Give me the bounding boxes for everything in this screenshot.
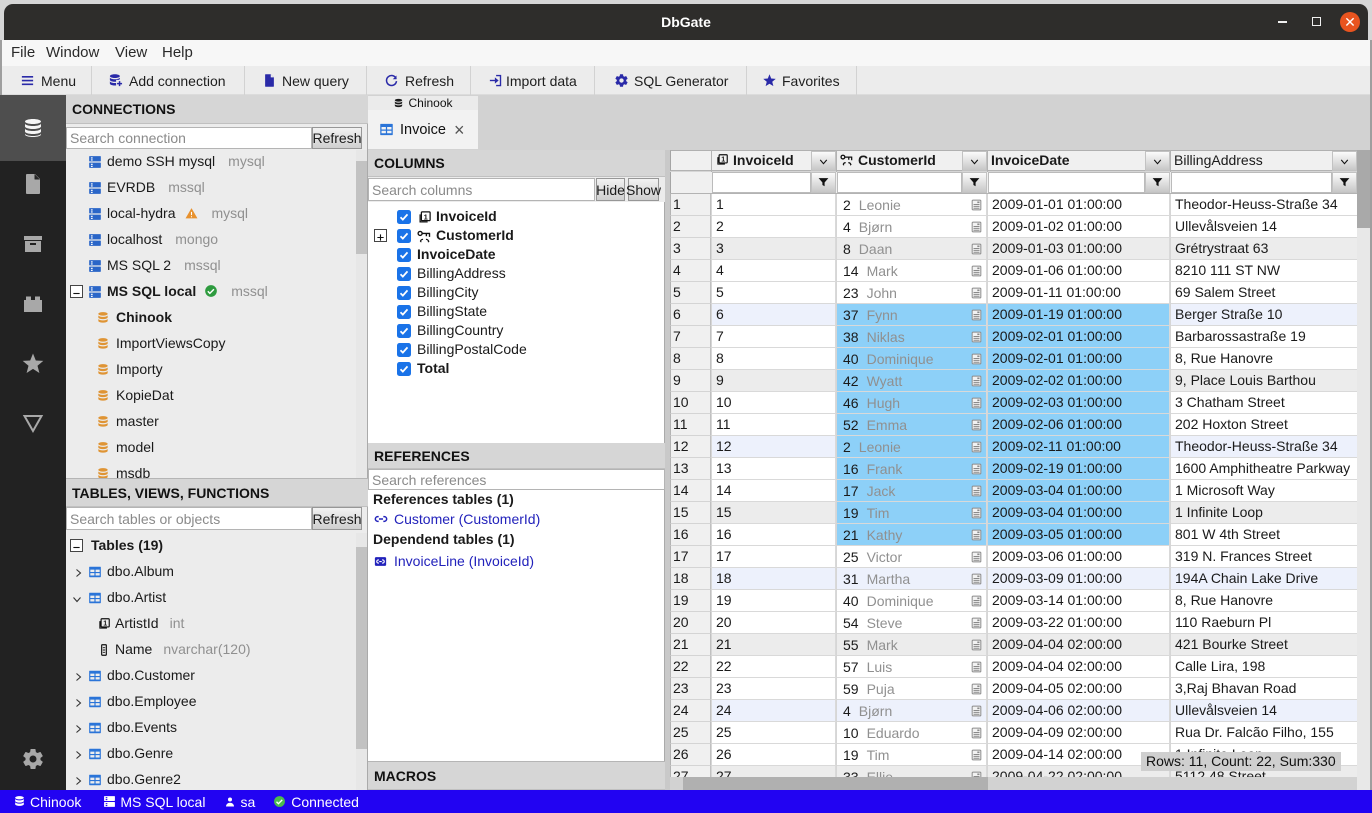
svg-text:1: 1: [103, 621, 107, 628]
svg-text:1: 1: [424, 212, 428, 221]
svg-text:1: 1: [721, 157, 725, 164]
